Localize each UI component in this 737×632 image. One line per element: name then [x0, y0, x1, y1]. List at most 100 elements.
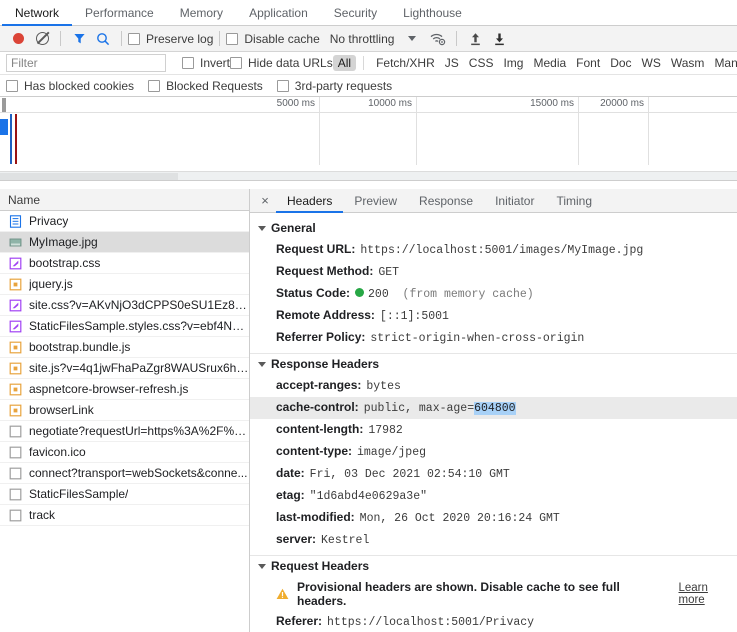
clear-button[interactable] [30, 28, 54, 50]
header-key: accept-ranges: [276, 378, 362, 392]
network-conditions-button[interactable] [426, 28, 450, 50]
tab-response[interactable]: Response [408, 189, 484, 212]
invert-label: Invert [200, 56, 231, 70]
header-value[interactable]: public, max-age=604800 [364, 400, 516, 417]
disable-cache-checkbox[interactable]: Disable cache [226, 32, 320, 46]
panel-tab-network[interactable]: Network [2, 0, 73, 26]
record-button[interactable] [6, 28, 30, 50]
type-filter-fetch-xhr[interactable]: Fetch/XHR [371, 55, 440, 71]
timeline-scrollbar[interactable] [0, 171, 737, 180]
close-icon[interactable]: × [254, 189, 276, 212]
request-list-header[interactable]: Name [0, 189, 249, 211]
image-icon [9, 238, 22, 246]
type-filter-manifest[interactable]: Manifest [709, 55, 737, 71]
header-value[interactable]: Mon, 26 Oct 2020 20:16:24 GMT [360, 510, 560, 527]
request-name: bootstrap.bundle.js [29, 340, 131, 354]
filter-input[interactable] [6, 54, 166, 72]
header-value[interactable]: 17982 [368, 422, 403, 439]
header-key: last-modified: [276, 510, 355, 524]
generic-file-icon [9, 446, 22, 458]
type-filter-media[interactable]: Media [528, 55, 571, 71]
table-row[interactable]: site.css?v=AKvNjO3dCPPS0eSU1Ez8T2... [0, 295, 249, 316]
learn-more-link[interactable]: Learn more [679, 582, 737, 606]
type-filter-wasm[interactable]: Wasm [666, 55, 710, 71]
header-value[interactable]: 200 (from memory cache) [355, 286, 534, 303]
section-request-headers-header[interactable]: Request Headers [250, 556, 737, 577]
invert-checkbox[interactable]: Invert [182, 56, 230, 70]
panel-tab-memory[interactable]: Memory [167, 0, 236, 25]
header-value[interactable]: [::1]:5001 [380, 308, 449, 325]
hide-data-urls-checkbox[interactable]: Hide data URLs [230, 56, 333, 70]
network-overview-timeline[interactable]: 5000 ms 10000 ms 15000 ms 20000 ms [0, 97, 737, 181]
table-row[interactable]: negotiate?requestUrl=https%3A%2F%2... [0, 421, 249, 442]
section-general-header[interactable]: General [250, 218, 737, 239]
header-value[interactable]: GET [378, 264, 399, 281]
table-row[interactable]: favicon.ico [0, 442, 249, 463]
type-filter-ws[interactable]: WS [637, 55, 666, 71]
header-value[interactable]: Kestrel [321, 532, 369, 549]
has-blocked-cookies-checkbox[interactable]: Has blocked cookies [6, 79, 134, 93]
tab-preview[interactable]: Preview [343, 189, 408, 212]
script-icon [9, 404, 22, 416]
panel-tab-lighthouse[interactable]: Lighthouse [390, 0, 475, 25]
throttling-select[interactable]: No throttling [330, 32, 395, 46]
request-name: aspnetcore-browser-refresh.js [29, 382, 189, 396]
table-row[interactable]: jquery.js [0, 274, 249, 295]
filter-toggle-button[interactable] [67, 28, 91, 50]
table-row[interactable]: aspnetcore-browser-refresh.js [0, 379, 249, 400]
table-row[interactable]: track [0, 505, 249, 526]
type-filter-font[interactable]: Font [571, 55, 605, 71]
timeline-scrollbar-thumb[interactable] [0, 173, 178, 180]
table-row[interactable]: StaticFilesSample/ [0, 484, 249, 505]
third-party-requests-checkbox[interactable]: 3rd-party requests [276, 79, 392, 93]
preserve-log-checkbox[interactable]: Preserve log [128, 32, 213, 46]
table-row[interactable]: MyImage.jpg [0, 232, 249, 253]
table-row[interactable]: Privacy [0, 211, 249, 232]
panel-tab-security[interactable]: Security [321, 0, 390, 25]
blocked-requests-checkbox[interactable]: Blocked Requests [148, 79, 263, 93]
table-row[interactable]: connect?transport=webSockets&conne... [0, 463, 249, 484]
section-response-headers-header[interactable]: Response Headers [250, 354, 737, 375]
panel-tab-application[interactable]: Application [236, 0, 321, 25]
header-value[interactable]: bytes [366, 378, 401, 395]
triangle-down-icon [258, 563, 266, 569]
type-filter-doc[interactable]: Doc [605, 55, 636, 71]
type-filter-all[interactable]: All [332, 55, 357, 71]
type-filter-img[interactable]: Img [498, 55, 528, 71]
warning-text: Provisional headers are shown. Disable c… [297, 580, 620, 608]
header-row-referrer-policy: Referrer Policy: strict-origin-when-cros… [250, 327, 737, 349]
table-row[interactable]: StaticFilesSample.styles.css?v=ebf4NvV..… [0, 316, 249, 337]
table-row[interactable]: browserLink [0, 400, 249, 421]
header-value[interactable]: https://localhost:5001/Privacy [327, 614, 534, 631]
header-value[interactable]: "1d6abd4e0629a3e" [310, 488, 427, 505]
checkbox-box [6, 79, 18, 92]
table-row[interactable]: bootstrap.css [0, 253, 249, 274]
table-row[interactable]: site.js?v=4q1jwFhaPaZgr8WAUSrux6hA... [0, 358, 249, 379]
search-button[interactable] [91, 28, 115, 50]
type-filter-css[interactable]: CSS [464, 55, 499, 71]
toolbar-divider [60, 31, 61, 46]
chevron-down-icon[interactable] [408, 36, 417, 41]
type-filter-js[interactable]: JS [440, 55, 464, 71]
section-title-label: Request Headers [271, 559, 370, 573]
timeline-selection-handle[interactable] [0, 119, 8, 135]
header-value[interactable]: strict-origin-when-cross-origin [370, 330, 584, 347]
header-value[interactable]: Fri, 03 Dec 2021 02:54:10 GMT [310, 466, 510, 483]
details-tabbar: × Headers Preview Response Initiator Tim… [250, 189, 737, 213]
headers-content: General Request URL: https://localhost:5… [250, 213, 737, 632]
header-value[interactable]: https://localhost:5001/images/MyImage.jp… [360, 242, 643, 259]
tab-timing[interactable]: Timing [545, 189, 603, 212]
section-title-label: Response Headers [271, 357, 380, 371]
import-har-button[interactable] [463, 28, 487, 50]
header-key: date: [276, 466, 305, 480]
has-blocked-cookies-label: Has blocked cookies [24, 78, 135, 93]
header-row-status-code: Status Code: 200 (from memory cache) [250, 283, 737, 305]
request-list[interactable]: Privacy MyImage.jpg bootstrap.css jquery… [0, 211, 249, 632]
export-har-button[interactable] [487, 28, 511, 50]
network-main-split: Name Privacy MyImage.jpg bootstrap.css j… [0, 189, 737, 632]
table-row[interactable]: bootstrap.bundle.js [0, 337, 249, 358]
tab-initiator[interactable]: Initiator [484, 189, 545, 212]
header-value[interactable]: image/jpeg [357, 444, 426, 461]
panel-tab-performance[interactable]: Performance [72, 0, 167, 25]
tab-headers[interactable]: Headers [276, 189, 344, 213]
